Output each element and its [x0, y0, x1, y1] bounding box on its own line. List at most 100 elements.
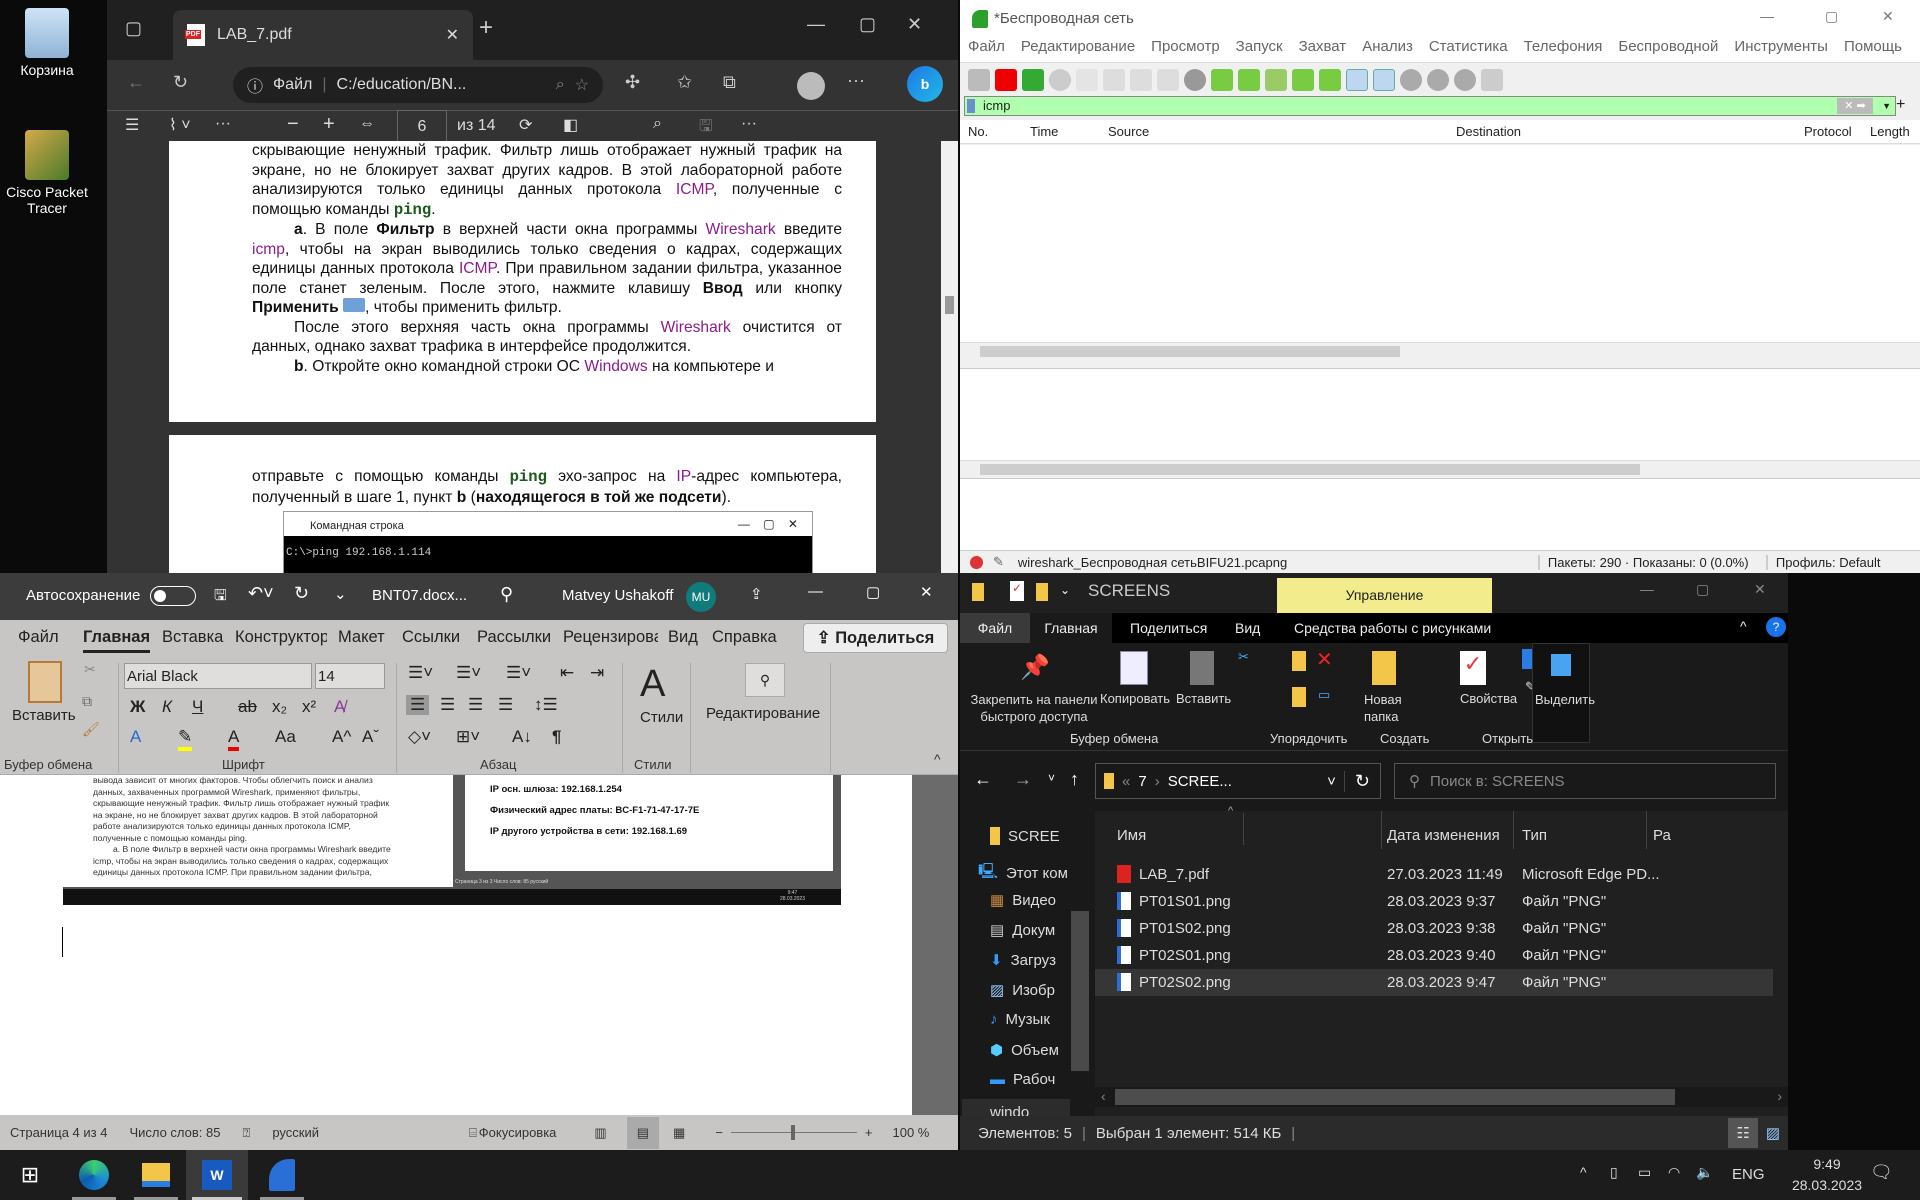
- maximize-icon[interactable]: ▢: [1825, 8, 1838, 25]
- focus-button[interactable]: Фокусировка: [479, 1125, 557, 1140]
- column-time[interactable]: Time: [1030, 124, 1058, 139]
- column-name[interactable]: Имя: [1117, 827, 1146, 844]
- packet-details-hscroll[interactable]: [960, 460, 1920, 477]
- taskbar-explorer[interactable]: [128, 1150, 184, 1200]
- document-page[interactable]: вывода зависит от многих факторов. Чтобы…: [0, 775, 912, 1115]
- decrease-indent-icon[interactable]: ⇤: [560, 663, 574, 683]
- pdf-scrollbar[interactable]: [941, 141, 958, 573]
- refresh-icon[interactable]: ↻: [173, 72, 188, 93]
- font-size-select[interactable]: 14: [315, 663, 385, 689]
- column-type[interactable]: Тип: [1522, 827, 1547, 844]
- superscript-button[interactable]: x²: [302, 697, 316, 717]
- tab-view[interactable]: Вид: [668, 628, 698, 647]
- subscript-button[interactable]: x₂: [272, 697, 287, 717]
- tab-file[interactable]: Файл: [960, 613, 1030, 643]
- bookmark-icon[interactable]: [967, 99, 975, 113]
- taskbar-edge[interactable]: [66, 1150, 122, 1200]
- save-icon[interactable]: 🖫: [699, 115, 713, 142]
- print-layout-icon[interactable]: ▤: [626, 1116, 660, 1149]
- tab-mailings[interactable]: Рассылки: [477, 628, 551, 647]
- scroll-left-icon[interactable]: ‹: [1101, 1088, 1106, 1104]
- autosave-toggle[interactable]: [150, 586, 196, 606]
- new-folder-qat-icon[interactable]: [1036, 583, 1048, 601]
- nav-item[interactable]: SCREE: [1008, 828, 1060, 845]
- prev-packet-icon[interactable]: [1211, 69, 1233, 91]
- notifications-icon[interactable]: 🗨: [1870, 1162, 1893, 1183]
- tab-file[interactable]: Файл: [18, 628, 59, 647]
- cut-icon[interactable]: ✂: [84, 661, 96, 678]
- last-packet-icon[interactable]: [1319, 69, 1341, 91]
- read-mode-icon[interactable]: ▥: [594, 1125, 606, 1141]
- tab-view[interactable]: Вид: [1235, 620, 1260, 636]
- undo-icon[interactable]: ↶˅: [248, 583, 274, 604]
- customize-qat-icon[interactable]: ⌄: [334, 585, 347, 603]
- copy-to-icon[interactable]: [1292, 687, 1306, 707]
- column-destination[interactable]: Destination: [1456, 124, 1521, 139]
- zoom-in-icon[interactable]: [1400, 69, 1422, 91]
- file-row[interactable]: PT01S02.png 28.03.2023 9:38 Файл "PNG": [1095, 915, 1773, 942]
- nav-item[interactable]: Загруз: [1011, 952, 1056, 969]
- copy-icon[interactable]: ⧉: [82, 693, 92, 710]
- scroll-right-icon[interactable]: ›: [1777, 1088, 1782, 1104]
- minimize-icon[interactable]: —: [808, 583, 823, 600]
- tab-home[interactable]: Главная: [83, 628, 151, 653]
- column-size[interactable]: Ра: [1653, 827, 1671, 844]
- line-spacing-icon[interactable]: ↕☰: [534, 695, 558, 715]
- collapse-ribbon-icon[interactable]: ^: [1740, 618, 1747, 634]
- autoscroll-icon[interactable]: [1346, 69, 1368, 91]
- column-date-modified[interactable]: Дата изменения: [1387, 827, 1500, 844]
- word-count[interactable]: Число слов: 85: [129, 1125, 220, 1140]
- menu-file[interactable]: Файл: [968, 38, 1005, 55]
- menu-statistics[interactable]: Статистика: [1429, 38, 1508, 55]
- maximize-icon[interactable]: ▢: [1696, 581, 1709, 598]
- clock[interactable]: 9:49 28.03.2023: [1790, 1154, 1864, 1196]
- file-row[interactable]: PT01S01.png 28.03.2023 9:37 Файл "PNG": [1095, 888, 1773, 915]
- bullets-icon[interactable]: ☰˅: [408, 663, 433, 683]
- menu-wireless[interactable]: Беспроводной: [1618, 38, 1718, 55]
- close-icon[interactable]: ✕: [1882, 8, 1894, 25]
- numbering-icon[interactable]: ☰˅: [456, 663, 481, 683]
- ribbon-display-icon[interactable]: ⇪: [750, 585, 763, 603]
- menu-tools[interactable]: Инструменты: [1734, 38, 1828, 55]
- styles-icon[interactable]: A: [640, 663, 665, 706]
- column-length[interactable]: Length: [1870, 124, 1910, 139]
- move-to-icon[interactable]: [1292, 651, 1306, 671]
- tab-home[interactable]: Главная: [1030, 613, 1112, 643]
- sort-icon[interactable]: A↓: [512, 727, 532, 747]
- tab-help[interactable]: Справка: [712, 628, 777, 647]
- nav-item[interactable]: Изобр: [1012, 982, 1055, 999]
- share-button[interactable]: ⇪ Поделиться: [803, 623, 948, 653]
- zoom-in-button[interactable]: +: [865, 1125, 873, 1140]
- nav-item[interactable]: Докум: [1012, 922, 1055, 939]
- justify-icon[interactable]: ☰: [498, 695, 513, 715]
- maximize-icon[interactable]: ▢: [866, 583, 880, 601]
- favorites-icon[interactable]: ✩: [677, 72, 692, 93]
- large-icons-view-icon[interactable]: ▨: [1766, 1124, 1780, 1142]
- breadcrumb-item[interactable]: 7: [1138, 773, 1146, 790]
- zoom-out-button[interactable]: −: [715, 1125, 723, 1140]
- copy-button[interactable]: Копировать: [1100, 691, 1170, 706]
- file-row[interactable]: PT02S02.png 28.03.2023 9:47 Файл "PNG": [1095, 969, 1773, 996]
- profile-selector[interactable]: Профиль: Default: [1765, 554, 1880, 570]
- minimize-icon[interactable]: —: [807, 14, 825, 35]
- clear-apply-filter-icon[interactable]: ✕ ➡: [1837, 98, 1873, 114]
- packet-list-hscroll[interactable]: [960, 342, 1920, 359]
- back-icon[interactable]: ←: [127, 72, 145, 93]
- extensions-icon[interactable]: ✣: [625, 72, 640, 93]
- nav-item[interactable]: Рабоч: [1013, 1071, 1055, 1088]
- delete-icon[interactable]: ✕: [1316, 647, 1333, 672]
- file-row[interactable]: LAB_7.pdf 27.03.2023 11:49 Microsoft Edg…: [1095, 861, 1773, 888]
- properties-qat-icon[interactable]: ✓: [1010, 581, 1024, 601]
- address-dropdown-icon[interactable]: ˅: [1327, 773, 1336, 790]
- tab-insert[interactable]: Вставка: [162, 628, 223, 647]
- text-effects-icon[interactable]: A: [130, 727, 141, 747]
- page-number-input[interactable]: 6: [397, 110, 447, 144]
- cut-icon[interactable]: ✂: [1238, 649, 1249, 665]
- meet-now-icon[interactable]: ▯: [1610, 1164, 1618, 1181]
- taskbar-word[interactable]: W: [186, 1150, 248, 1200]
- search-icon[interactable]: ⚲: [500, 584, 513, 605]
- close-icon[interactable]: ✕: [1754, 581, 1766, 598]
- find-icon[interactable]: ⚲: [745, 663, 785, 697]
- search-input[interactable]: ⚲ Поиск в: SCREENS: [1394, 763, 1776, 799]
- go-to-packet-icon[interactable]: [1265, 69, 1287, 91]
